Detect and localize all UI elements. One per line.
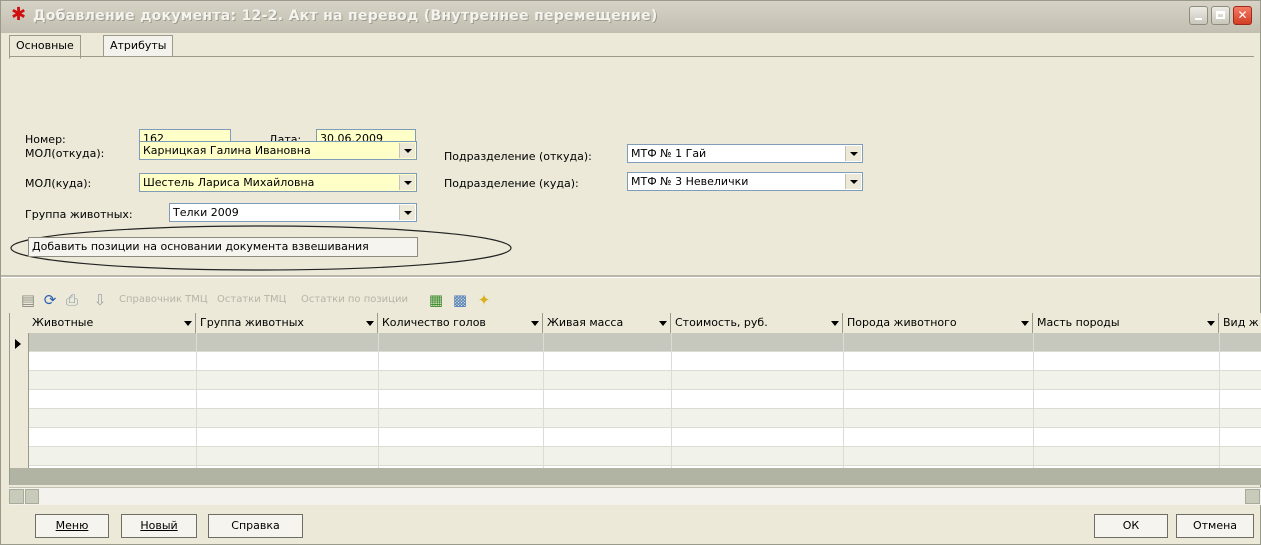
mol-from-label: МОЛ(откуда): bbox=[25, 147, 105, 160]
new-button[interactable]: Новый bbox=[121, 514, 197, 538]
window-title: Добавление документа: 12-2. Акт на перев… bbox=[33, 8, 658, 24]
table-row[interactable] bbox=[29, 333, 1261, 352]
column-divider bbox=[543, 333, 544, 485]
maximize-icon bbox=[1212, 7, 1229, 24]
splitter[interactable] bbox=[1, 275, 1260, 278]
column-divider bbox=[196, 333, 197, 485]
group-value: Телки 2009 bbox=[173, 206, 239, 219]
add-positions-button[interactable]: Добавить позиции на основании документа … bbox=[28, 237, 418, 257]
table-row[interactable] bbox=[29, 371, 1261, 390]
mol-to-label: МОЛ(куда): bbox=[25, 177, 92, 190]
wand-icon[interactable]: ✦ bbox=[475, 291, 493, 309]
minimize-icon bbox=[1190, 7, 1207, 24]
dept-to-select[interactable]: МТФ № 3 Невелички bbox=[627, 172, 863, 191]
table-row[interactable] bbox=[29, 390, 1261, 409]
column-divider bbox=[1219, 333, 1220, 485]
col-header-color[interactable]: Масть породы bbox=[1033, 313, 1219, 333]
group-label: Группа животных: bbox=[25, 208, 133, 221]
col-header-breed[interactable]: Порода животного bbox=[843, 313, 1033, 333]
current-row-icon bbox=[15, 339, 21, 349]
ok-button[interactable]: ОК bbox=[1094, 514, 1168, 538]
print-icon[interactable]: ⎙ bbox=[63, 291, 81, 309]
document-window: ✱ Добавление документа: 12-2. Акт на пер… bbox=[0, 0, 1261, 545]
number-label: Номер: bbox=[25, 133, 66, 146]
column-divider bbox=[378, 333, 379, 485]
dept-to-label: Подразделение (куда): bbox=[444, 177, 579, 190]
title-bar[interactable]: ✱ Добавление документа: 12-2. Акт на пер… bbox=[1, 1, 1260, 33]
close-icon: ✕ bbox=[1237, 8, 1248, 22]
grid-footer-row bbox=[10, 468, 1261, 485]
dept-from-label: Подразделение (откуда): bbox=[444, 150, 592, 163]
col-header-cost[interactable]: Стоимость, руб. bbox=[671, 313, 843, 333]
column-divider bbox=[1033, 333, 1034, 485]
group-select[interactable]: Телки 2009 bbox=[169, 203, 417, 222]
positions-grid[interactable]: Животные Группа животных Количество голо… bbox=[9, 313, 1261, 485]
table-row[interactable] bbox=[29, 409, 1261, 428]
maximize-button[interactable] bbox=[1211, 6, 1230, 25]
refresh-icon[interactable]: ⟳ bbox=[41, 291, 59, 309]
row-indicator-column bbox=[10, 333, 29, 485]
col-header-live-weight[interactable]: Живая масса bbox=[543, 313, 671, 333]
col-header-type[interactable]: Вид ж bbox=[1219, 313, 1261, 333]
chevron-down-icon[interactable] bbox=[399, 175, 415, 190]
open-folder-icon[interactable]: ▤ bbox=[19, 291, 37, 309]
close-button[interactable]: ✕ bbox=[1233, 6, 1252, 25]
col-header-group[interactable]: Группа животных bbox=[196, 313, 378, 333]
grid-settings-icon[interactable]: ▩ bbox=[451, 291, 469, 309]
mol-to-select[interactable]: Шестель Лариса Михайловна bbox=[139, 173, 417, 192]
app-icon: ✱ bbox=[11, 4, 27, 25]
mol-from-value: Карницкая Галина Ивановна bbox=[143, 144, 311, 157]
menu-button[interactable]: Меню bbox=[35, 514, 109, 538]
col-header-animals[interactable]: Животные bbox=[28, 313, 196, 333]
help-button[interactable]: Справка bbox=[208, 514, 303, 538]
dept-to-value: МТФ № 3 Невелички bbox=[631, 175, 749, 188]
cancel-button[interactable]: Отмена bbox=[1176, 514, 1254, 538]
chevron-down-icon[interactable] bbox=[845, 146, 861, 161]
column-divider bbox=[671, 333, 672, 485]
grid-header: Животные Группа животных Количество голо… bbox=[10, 313, 1261, 334]
chevron-down-icon[interactable] bbox=[399, 143, 415, 158]
mol-from-select[interactable]: Карницкая Галина Ивановна bbox=[139, 141, 417, 160]
chevron-down-icon[interactable] bbox=[399, 205, 415, 220]
minimize-button[interactable] bbox=[1189, 6, 1208, 25]
table-row[interactable] bbox=[29, 428, 1261, 447]
link-position-balances[interactable]: Остатки по позиции bbox=[301, 294, 408, 305]
link-tmc-directory[interactable]: Справочник ТМЦ bbox=[119, 294, 208, 305]
table-row[interactable] bbox=[29, 352, 1261, 371]
chevron-down-icon[interactable] bbox=[845, 174, 861, 189]
mol-to-value: Шестель Лариса Михайловна bbox=[143, 176, 315, 189]
tab-attributes[interactable]: Атрибуты bbox=[103, 35, 174, 56]
link-tmc-balances[interactable]: Остатки ТМЦ bbox=[217, 294, 286, 305]
dept-from-value: МТФ № 1 Гай bbox=[631, 147, 707, 160]
table-row[interactable] bbox=[29, 447, 1261, 466]
horizontal-scrollbar[interactable] bbox=[9, 487, 1261, 505]
scroll-right-icon[interactable] bbox=[1245, 489, 1260, 504]
col-header-head-count[interactable]: Количество голов bbox=[378, 313, 543, 333]
import-icon[interactable]: ⇩ bbox=[91, 291, 109, 309]
scroll-left-icon[interactable] bbox=[9, 489, 24, 504]
dept-from-select[interactable]: МТФ № 1 Гай bbox=[627, 144, 863, 163]
column-divider bbox=[843, 333, 844, 485]
tab-divider bbox=[9, 56, 1254, 57]
excel-icon[interactable]: ▦ bbox=[427, 291, 445, 309]
scroll-thumb[interactable] bbox=[25, 489, 39, 504]
